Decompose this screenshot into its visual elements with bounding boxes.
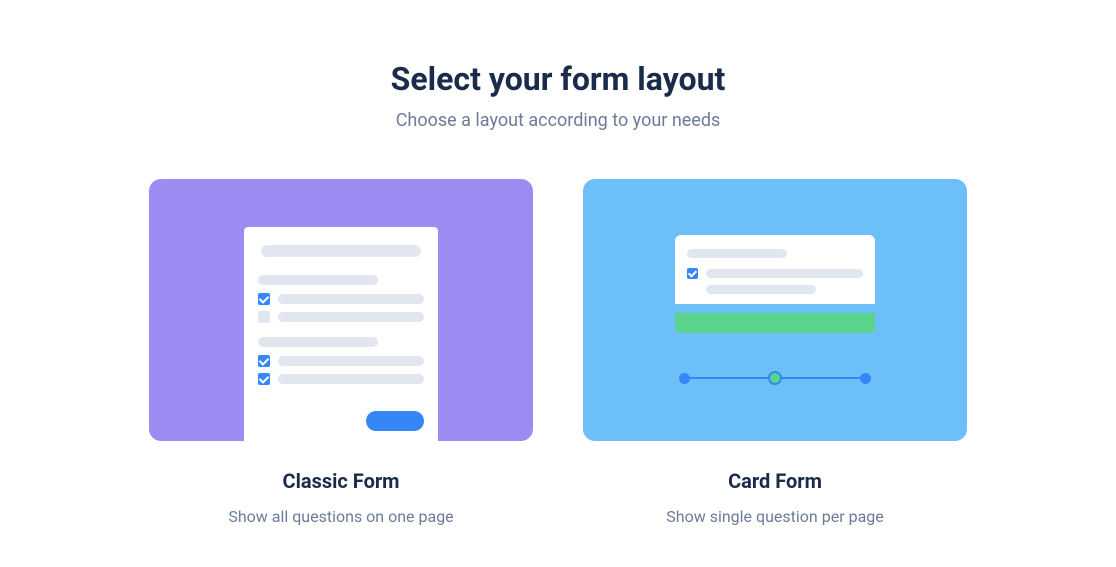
- checkbox-checked-icon: [258, 293, 270, 305]
- mock-question-2: [258, 337, 424, 385]
- checkbox-checked-icon: [258, 355, 270, 367]
- mock-text-line: [278, 312, 424, 322]
- progress-step-active-icon: [768, 371, 782, 385]
- checkbox-checked-icon: [258, 373, 270, 385]
- progress-indicator: [679, 371, 871, 385]
- classic-form-preview: [149, 179, 533, 441]
- page-title: Select your form layout: [391, 60, 726, 98]
- mock-label: [258, 337, 378, 347]
- mock-submit-button: [366, 411, 424, 431]
- mock-action-bar: [675, 313, 875, 333]
- card-form-preview: [583, 179, 967, 441]
- option-card-description: Show single question per page: [666, 507, 883, 526]
- layout-selector: Select your form layout Choose a layout …: [0, 0, 1116, 526]
- page-subtitle: Choose a layout according to your needs: [396, 110, 721, 131]
- mock-text-line: [706, 269, 863, 278]
- progress-step-icon: [860, 373, 871, 384]
- checkbox-checked-icon: [687, 268, 698, 279]
- mock-text-line: [278, 294, 424, 304]
- mock-label: [687, 249, 787, 258]
- mock-text-line: [706, 285, 816, 294]
- mock-text-line: [278, 356, 424, 366]
- mock-text-line: [278, 374, 424, 384]
- option-classic-title: Classic Form: [282, 469, 399, 493]
- card-question-mock: [675, 235, 875, 304]
- option-classic-form[interactable]: Classic Form Show all questions on one p…: [149, 179, 533, 526]
- mock-label: [258, 275, 378, 285]
- mock-title-bar: [261, 245, 421, 257]
- mock-question-1: [258, 275, 424, 323]
- option-classic-description: Show all questions on one page: [228, 507, 453, 526]
- option-card-form[interactable]: Card Form Show single question per page: [583, 179, 967, 526]
- progress-step-icon: [679, 373, 690, 384]
- option-card-title: Card Form: [728, 469, 822, 493]
- classic-page-mock: [244, 227, 438, 441]
- checkbox-unchecked-icon: [258, 311, 270, 323]
- options-row: Classic Form Show all questions on one p…: [149, 179, 967, 526]
